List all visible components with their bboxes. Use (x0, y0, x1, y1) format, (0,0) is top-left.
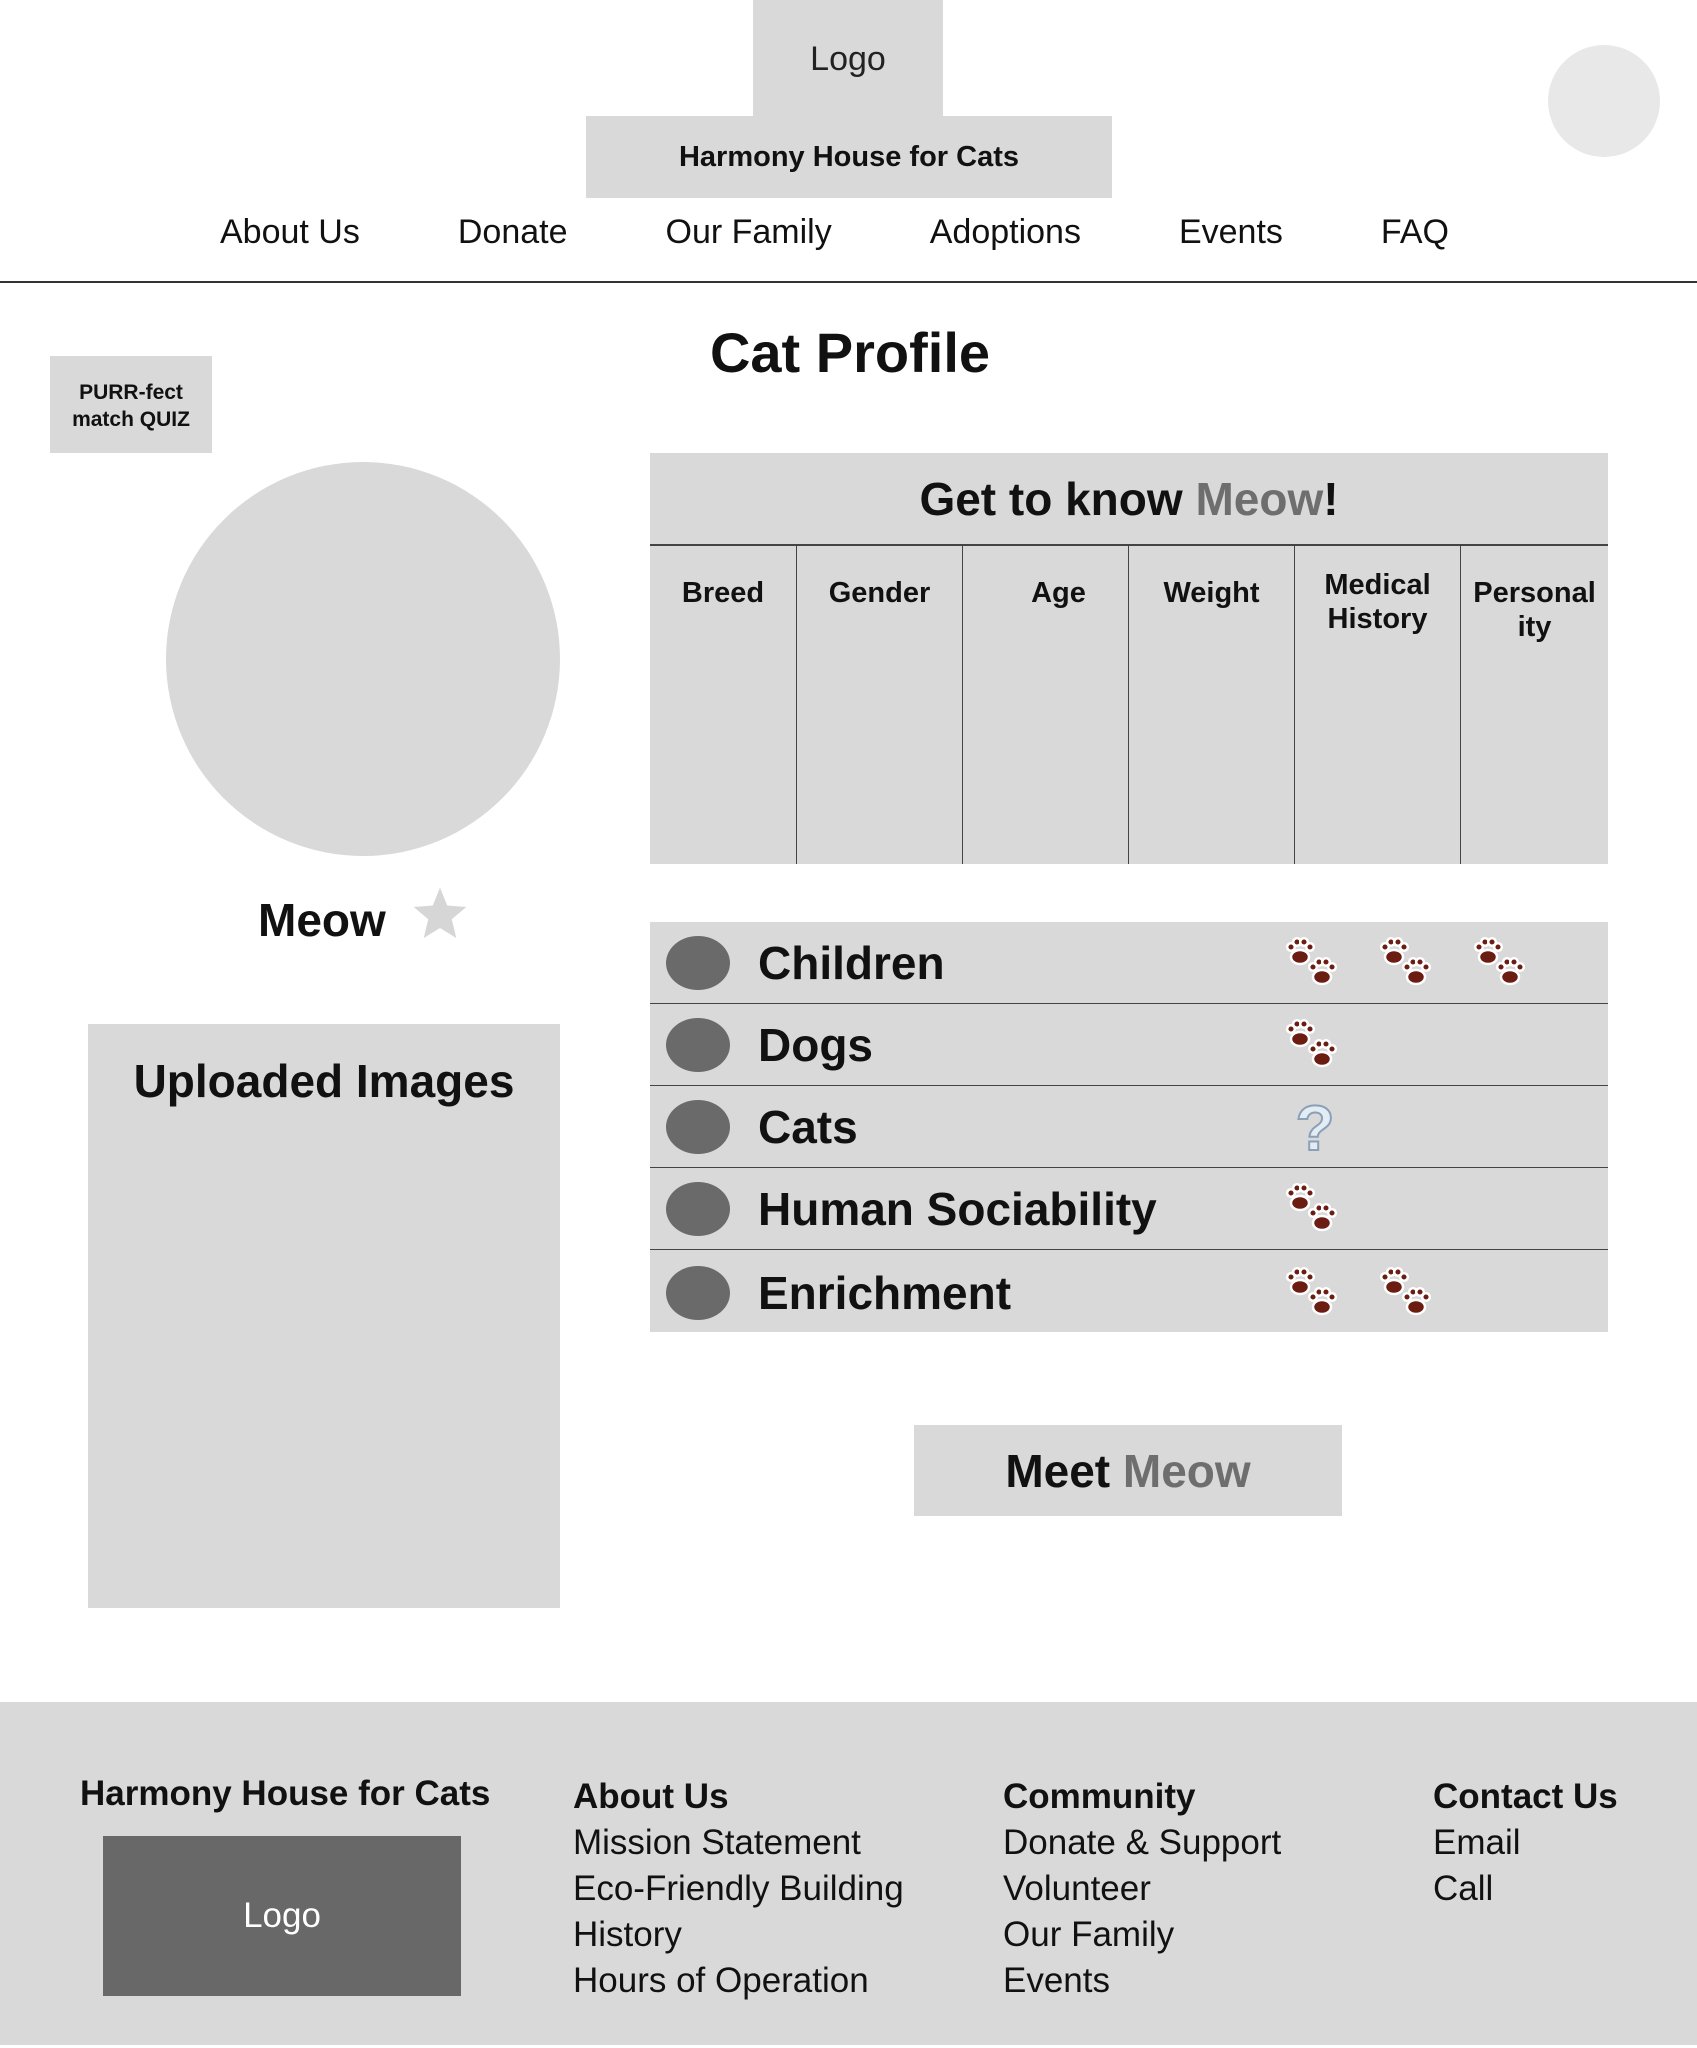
compat-label: Cats (758, 1101, 858, 1153)
user-avatar[interactable] (1548, 45, 1660, 157)
compatibility-list: Children Dogs Cats ? Human Sociability E… (650, 922, 1608, 1332)
column-header: Gender (828, 577, 931, 609)
nav-our-family[interactable]: Our Family (666, 213, 832, 252)
heading-suffix: ! (1323, 472, 1339, 525)
get-to-know-table: Get to know Meow! Breed Gender Age Weigh… (650, 453, 1608, 864)
nav-faq[interactable]: FAQ (1381, 213, 1449, 252)
uploaded-images-panel: Uploaded Images (88, 1024, 560, 1608)
column-medical-history: Medical History (1295, 546, 1461, 864)
footer-link-volunteer[interactable]: Volunteer (1003, 1866, 1281, 1912)
footer-column-community: Community Donate & Support Volunteer Our… (1003, 1774, 1281, 2004)
get-to-know-heading: Get to know Meow! (650, 453, 1608, 546)
rating-icons (1280, 928, 1538, 998)
footer-link-donate-support[interactable]: Donate & Support (1003, 1820, 1281, 1866)
nav-adoptions[interactable]: Adoptions (930, 213, 1081, 252)
column-header: Personal ity (1473, 577, 1596, 643)
footer-heading: Contact Us (1433, 1777, 1618, 1816)
column-header: Breed (681, 577, 765, 609)
rating-icons: ? (1280, 1092, 1350, 1162)
footer-heading: About Us (573, 1777, 729, 1816)
column-age: Age (963, 546, 1129, 864)
status-dot (666, 1266, 730, 1320)
footer: Harmony House for Cats Logo About Us Mis… (0, 1702, 1697, 2045)
compat-row-enrichment: Enrichment (650, 1250, 1608, 1336)
rating-icons (1280, 1258, 1444, 1328)
paw-icon (1285, 1266, 1338, 1316)
footer-link-email[interactable]: Email (1433, 1820, 1618, 1866)
meet-prefix: Meet (1005, 1444, 1123, 1497)
footer-brand: Harmony House for Cats (80, 1774, 491, 1813)
svg-text:?: ? (1295, 1092, 1334, 1162)
quiz-button[interactable]: PURR-fect match QUIZ (50, 356, 212, 453)
footer-heading: Community (1003, 1777, 1196, 1816)
status-dot (666, 1182, 730, 1236)
header-divider (0, 281, 1697, 283)
nav-about-us[interactable]: About Us (220, 213, 360, 252)
column-personality: Personal ity (1461, 546, 1608, 864)
heading-prefix: Get to know (919, 472, 1196, 525)
compat-row-cats: Cats ? (650, 1086, 1608, 1168)
compat-label: Enrichment (758, 1267, 1012, 1319)
column-gender: Gender (797, 546, 963, 864)
compat-row-human-sociability: Human Sociability (650, 1168, 1608, 1250)
footer-logo[interactable]: Logo (103, 1836, 461, 1996)
footer-link-hours[interactable]: Hours of Operation (573, 1958, 904, 2004)
paw-icon (1473, 936, 1526, 986)
column-weight: Weight (1129, 546, 1295, 864)
favorite-star-icon[interactable] (410, 884, 470, 944)
paw-icon (1285, 1182, 1338, 1232)
paw-icon (1379, 936, 1432, 986)
nav-events[interactable]: Events (1179, 213, 1283, 252)
footer-column-about: About Us Mission Statement Eco-Friendly … (573, 1774, 904, 2004)
main-nav: About Us Donate Our Family Adoptions Eve… (220, 202, 1520, 262)
compat-label: Dogs (758, 1019, 873, 1071)
compat-row-children: Children (650, 922, 1608, 1004)
column-breed: Breed (650, 546, 797, 864)
footer-link-events[interactable]: Events (1003, 1958, 1281, 2004)
meet-cat-name: Meow (1122, 1444, 1251, 1497)
uploaded-images-title: Uploaded Images (133, 1055, 515, 1107)
status-dot (666, 1018, 730, 1072)
rating-icons (1280, 1174, 1350, 1244)
paw-icon (1285, 936, 1338, 986)
status-dot (666, 936, 730, 990)
heading-cat-name: Meow (1195, 472, 1324, 525)
page-title: Cat Profile (709, 321, 991, 384)
rating-icons (1280, 1010, 1350, 1080)
column-header: Weight (1163, 577, 1260, 609)
footer-link-call[interactable]: Call (1433, 1866, 1618, 1912)
compat-label: Children (758, 937, 945, 989)
footer-link-eco-friendly-building[interactable]: Eco-Friendly Building (573, 1866, 904, 1912)
compat-label: Human Sociability (758, 1183, 1157, 1235)
compat-row-dogs: Dogs (650, 1004, 1608, 1086)
footer-link-mission-statement[interactable]: Mission Statement (573, 1820, 904, 1866)
paw-icon (1285, 1018, 1338, 1068)
column-header: Medical History (1324, 569, 1431, 635)
footer-link-our-family[interactable]: Our Family (1003, 1912, 1281, 1958)
header-logo[interactable]: Logo (753, 0, 943, 118)
column-header: Age (1031, 577, 1086, 609)
cat-name: Meow (258, 894, 386, 946)
footer-link-history[interactable]: History (573, 1912, 904, 1958)
brand-name[interactable]: Harmony House for Cats (586, 116, 1112, 198)
question-icon: ? (1294, 1092, 1335, 1162)
footer-column-contact: Contact Us Email Call (1433, 1774, 1618, 1912)
status-dot (666, 1100, 730, 1154)
paw-icon (1379, 1266, 1432, 1316)
cat-photo (166, 462, 560, 856)
nav-donate[interactable]: Donate (458, 213, 568, 252)
meet-cat-button[interactable]: Meet Meow (914, 1425, 1342, 1516)
